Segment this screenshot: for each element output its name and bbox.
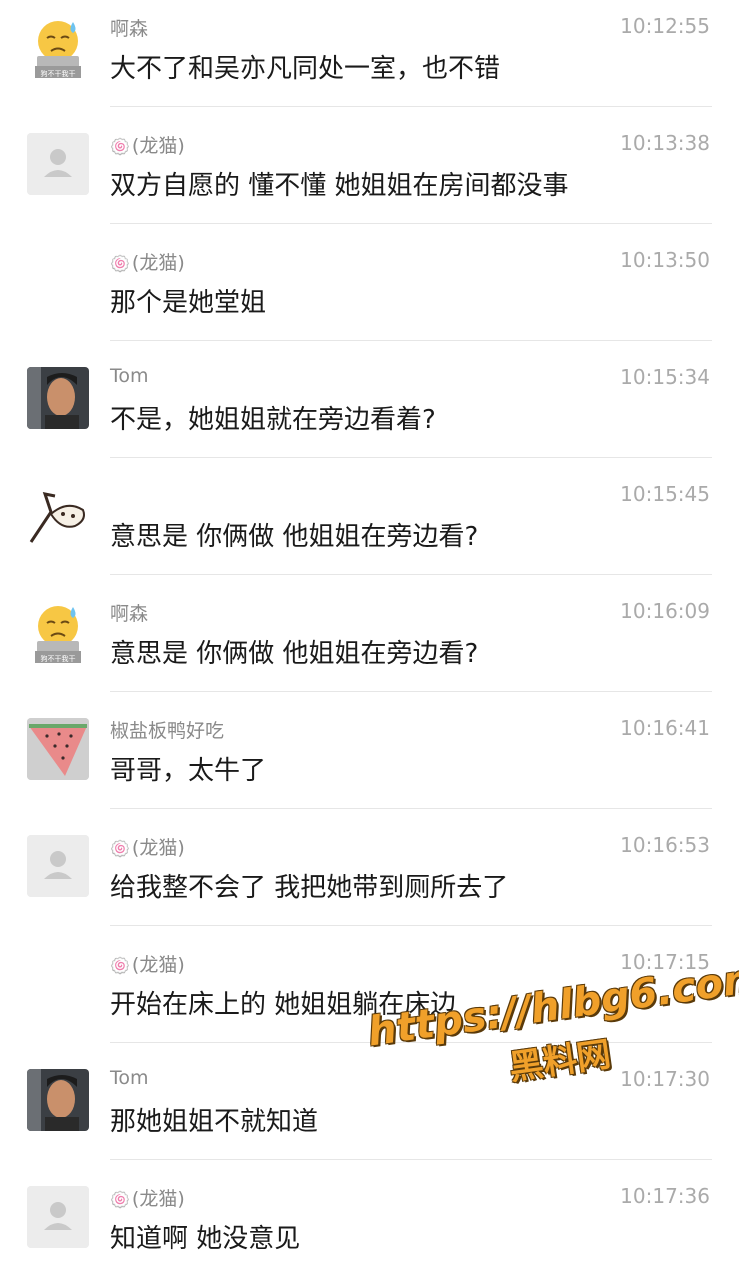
sender-name: 🍥 (龙猫) — [110, 954, 185, 976]
sender-name: 🍥 (龙猫) — [110, 1188, 185, 1210]
message-time: 10:16:53 — [620, 833, 710, 857]
sender-name: 椒盐板鸭好吃 — [110, 720, 225, 742]
sender-icon: 🍥 — [110, 254, 130, 273]
list-item[interactable]: 🍥 (龙猫) 10:17:36 知道啊 她没意见 — [0, 1170, 739, 1287]
sender-icon: 🍥 — [110, 839, 130, 858]
sender-name: 🍥 (龙猫) — [110, 837, 185, 859]
avatar-man-photo[interactable] — [27, 367, 89, 429]
sender-name: Tom — [110, 365, 149, 387]
person-icon — [27, 1186, 89, 1248]
message-text: 那她姐姐不就知道 — [110, 1107, 319, 1137]
sender-name: Tom — [110, 1067, 149, 1089]
message-text: 不是，她姐姐就在旁边看着? — [110, 405, 436, 435]
divider — [110, 106, 712, 107]
person-icon — [27, 835, 89, 897]
message-time: 10:17:36 — [620, 1184, 710, 1208]
sender-name: 啊森 — [110, 603, 149, 625]
sender-name: 啊森 — [110, 18, 149, 40]
message-text: 那个是她堂姐 — [110, 288, 267, 318]
message-time: 10:15:45 — [620, 482, 710, 506]
message-time: 10:13:50 — [620, 248, 710, 272]
avatar-default[interactable] — [27, 133, 89, 195]
sender-icon: 🍥 — [110, 137, 130, 156]
divider — [110, 223, 712, 224]
emoji-caption: 狗不干我干 — [41, 654, 76, 663]
avatar-man-photo[interactable] — [27, 1069, 89, 1131]
message-text: 大不了和吴亦凡同处一室，也不错 — [110, 54, 501, 84]
divider — [110, 1159, 712, 1160]
list-item[interactable]: 🍥 (龙猫) 10:13:38 双方自愿的 懂不懂 她姐姐在房间都没事 — [0, 117, 739, 234]
list-item[interactable]: 10:15:45 意思是 你俩做 他姐姐在旁边看? — [0, 468, 739, 585]
emoji-caption: 狗不干我干 — [41, 69, 76, 78]
divider — [110, 691, 712, 692]
list-item[interactable]: 🍥 (龙猫) 10:16:53 给我整不会了 我把她带到厕所去了 — [0, 819, 739, 936]
avatar-sweat-emoji[interactable]: 狗不干我干 — [27, 16, 89, 78]
divider — [110, 340, 712, 341]
divider — [110, 574, 712, 575]
message-time: 10:12:55 — [620, 14, 710, 38]
list-item[interactable]: 狗不干我干 啊森 10:16:09 意思是 你俩做 他姐姐在旁边看? — [0, 585, 739, 702]
divider — [110, 925, 712, 926]
message-time: 10:13:38 — [620, 131, 710, 155]
avatar-sketch-drawing[interactable] — [27, 484, 89, 546]
avatar-sweat-emoji[interactable]: 狗不干我干 — [27, 601, 89, 663]
message-text: 双方自愿的 懂不懂 她姐姐在房间都没事 — [110, 171, 569, 201]
avatar-default[interactable] — [27, 835, 89, 897]
sender-icon: 🍥 — [110, 1190, 130, 1209]
message-text: 哥哥，太牛了 — [110, 756, 267, 786]
list-item[interactable]: Tom 10:15:34 不是，她姐姐就在旁边看着? — [0, 351, 739, 468]
message-time: 10:15:34 — [620, 365, 710, 389]
person-icon — [27, 133, 89, 195]
sender-name: 🍥 (龙猫) — [110, 135, 185, 157]
message-text: 意思是 你俩做 他姐姐在旁边看? — [110, 522, 479, 552]
message-text: 知道啊 她没意见 — [110, 1224, 301, 1254]
message-text: 给我整不会了 我把她带到厕所去了 — [110, 873, 509, 903]
list-item[interactable]: 🍥 (龙猫) 10:13:50 那个是她堂姐 — [0, 234, 739, 351]
list-item[interactable]: 椒盐板鸭好吃 10:16:41 哥哥，太牛了 — [0, 702, 739, 819]
divider — [110, 457, 712, 458]
avatar-watermelon[interactable] — [27, 718, 89, 780]
sender-name: 🍥 (龙猫) — [110, 252, 185, 274]
divider — [110, 808, 712, 809]
message-text: 意思是 你俩做 他姐姐在旁边看? — [110, 639, 479, 669]
sender-icon: 🍥 — [110, 956, 130, 975]
list-item[interactable]: 狗不干我干 啊森 10:12:55 大不了和吴亦凡同处一室，也不错 — [0, 0, 739, 117]
avatar-default[interactable] — [27, 1186, 89, 1248]
message-time: 10:16:41 — [620, 716, 710, 740]
message-time: 10:16:09 — [620, 599, 710, 623]
